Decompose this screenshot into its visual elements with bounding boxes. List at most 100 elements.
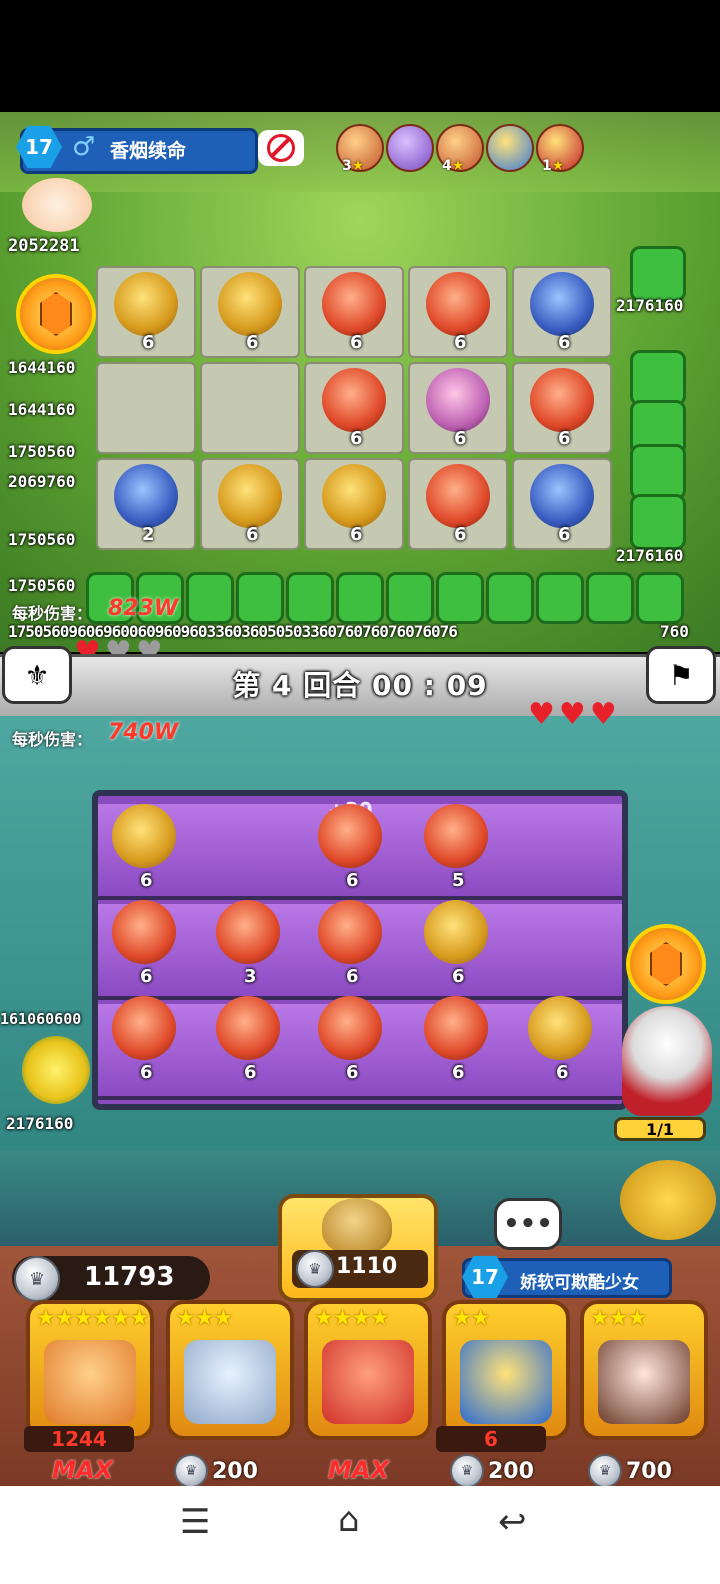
cupid-mascot [22, 178, 92, 232]
monster [630, 494, 686, 550]
monster-hp: 161060600 [0, 1010, 82, 1028]
crown-coin-icon: ♛ [588, 1454, 622, 1488]
hero-avatar[interactable] [486, 124, 534, 172]
hero-unit [530, 272, 594, 336]
monster-hp: 2176160 [616, 296, 684, 315]
hero-unit[interactable] [112, 996, 176, 1060]
hero-card-art [598, 1340, 690, 1424]
grid-cell [200, 362, 300, 454]
opponent-dps-value: 823W [108, 596, 179, 621]
hero-card-price: ♛ 200 [450, 1454, 534, 1488]
monster [236, 572, 284, 624]
hero-card[interactable]: ★★★ [580, 1300, 708, 1440]
system-nav-bar [0, 1486, 720, 1584]
opponent-crystal [16, 274, 96, 354]
monster [436, 572, 484, 624]
hero-card-price-value: 200 [212, 1458, 258, 1484]
monster [286, 572, 334, 624]
hero-card[interactable]: ★★★ [166, 1300, 294, 1440]
hero-card-stars: ★★ [452, 1306, 490, 1331]
opponent-dps-label: 每秒伤害： [12, 604, 93, 623]
hero-avatar[interactable]: 3★ [336, 124, 384, 174]
heart-icon: ♥ [558, 697, 586, 732]
unit-level: 6 [246, 332, 259, 353]
hero-unit [322, 272, 386, 336]
hero-unit[interactable] [528, 996, 592, 1060]
hero-unit [218, 464, 282, 528]
crown-coin-icon: ♛ [174, 1454, 208, 1488]
hero-unit [530, 368, 594, 432]
hero-avatar[interactable]: 1★ [536, 124, 584, 174]
hero-avatar-image [386, 124, 434, 172]
monster-hp: 2069760 [8, 472, 76, 491]
hero-card-price: ♛ 200 [174, 1454, 258, 1488]
hero-card[interactable]: ★★ [442, 1300, 570, 1440]
hero-star-count: 3★ [342, 158, 365, 174]
hero-unit [426, 272, 490, 336]
player-dps-label: 每秒伤害： [12, 730, 93, 749]
back-icon[interactable]: ↩ [498, 1502, 527, 1542]
hero-star-count: 1★ [542, 158, 565, 174]
hero-card-level: 1244 [24, 1426, 134, 1452]
hero-card[interactable]: ★★★★★★ [26, 1300, 154, 1440]
crystal-gem-icon [40, 292, 72, 336]
monster [186, 572, 234, 624]
hero-avatar[interactable] [386, 124, 434, 172]
hero-card-price-value: 700 [626, 1458, 672, 1484]
opponent-level-text: 17 [25, 135, 53, 159]
unit-level: 5 [452, 870, 465, 891]
opponent-grid: 6 6 6 6 6 6 6 6 2 6 6 6 6 [96, 266, 616, 556]
wave-counter: 1/1 [614, 1117, 706, 1141]
mute-button[interactable] [258, 130, 304, 166]
monster [336, 572, 384, 624]
hero-card-stars: ★★★ [590, 1306, 647, 1331]
hero-card-art [460, 1340, 552, 1424]
unit-level: 6 [454, 332, 467, 353]
player-lives: ♥ ♥ ♥ [528, 700, 617, 730]
home-icon[interactable]: ⌂ [338, 1500, 360, 1540]
unit-level: 6 [140, 966, 153, 987]
unit-level: 6 [452, 966, 465, 987]
hero-card-level: 6 [436, 1426, 546, 1452]
hero-card-price-value: 200 [488, 1458, 534, 1484]
unit-level: 6 [346, 1062, 359, 1083]
monster-hp: 1750560 [8, 442, 76, 461]
hero-unit[interactable] [424, 900, 488, 964]
hero-card-max: MAX [52, 1456, 113, 1484]
hero-avatar[interactable]: 4★ [436, 124, 484, 174]
player-crystal [626, 924, 706, 1004]
hero-unit [426, 464, 490, 528]
lane-hp-end: 760 [660, 622, 689, 641]
unit-level: 6 [454, 524, 467, 545]
hero-card-stars: ★★★★★★ [36, 1306, 149, 1331]
hero-unit[interactable] [424, 804, 488, 868]
chat-button[interactable]: ••• [494, 1198, 562, 1250]
hero-unit[interactable] [216, 900, 280, 964]
opponent-name: 香烟续命 [110, 140, 187, 162]
hero-card[interactable]: ★★★★ [304, 1300, 432, 1440]
hero-unit[interactable] [112, 900, 176, 964]
hero-unit[interactable] [318, 996, 382, 1060]
hero-unit[interactable] [216, 996, 280, 1060]
unit-level: 6 [346, 966, 359, 987]
monster-hp: 1750560 [8, 530, 76, 549]
crown-coin-icon: ♛ [450, 1454, 484, 1488]
hero-unit [218, 272, 282, 336]
menu-icon[interactable]: ☰ [180, 1502, 210, 1542]
unit-level: 6 [246, 524, 259, 545]
unit-level: 6 [558, 428, 571, 449]
hero-unit[interactable] [112, 804, 176, 868]
hero-unit[interactable] [424, 996, 488, 1060]
hero-card-art [322, 1340, 414, 1424]
male-icon: ♂ [72, 132, 96, 162]
monster [636, 572, 684, 624]
hero-unit[interactable] [318, 900, 382, 964]
hero-card-max: MAX [328, 1456, 389, 1484]
opponent-total-hp: 2052281 [8, 236, 80, 256]
unit-level: 6 [454, 428, 467, 449]
unit-level: 6 [140, 870, 153, 891]
unit-level: 6 [556, 1062, 569, 1083]
hero-unit[interactable] [318, 804, 382, 868]
hero-avatar-image [486, 124, 534, 172]
unit-level: 6 [350, 524, 363, 545]
